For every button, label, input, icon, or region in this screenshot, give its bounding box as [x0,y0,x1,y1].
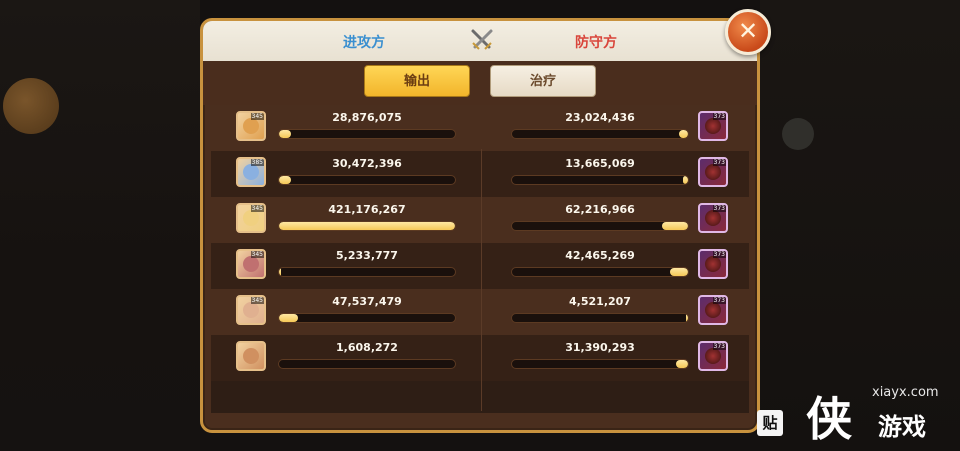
defender-damage-bar [511,175,689,185]
attacker-avatar[interactable]: 345 [236,203,266,233]
attacker-portrait-icon [243,210,259,226]
attacker-portrait-icon [243,302,259,318]
defender-level: 373 [712,251,726,258]
attacker-damage-value: 1,608,272 [336,341,398,354]
attacker-avatar[interactable]: 345 [236,295,266,325]
attack-side-title: 进攻方 [343,35,385,51]
defend-side-title: 防守方 [575,35,617,51]
defender-level: 373 [712,205,726,212]
watermark-logo: 侠 [806,392,852,446]
table-row: 345 47,537,479 4,521,207 373 [211,289,749,335]
attacker-damage-value: 28,876,075 [332,111,402,124]
defender-portrait-icon [705,210,721,226]
defender-damage-bar [511,129,689,139]
defender-damage-fill [675,360,688,368]
watermark-tie-icon[interactable]: 贴 [757,410,783,436]
stats-rows: 345 28,876,075 23,024,436 373 385 30,472,396 1… [211,105,749,413]
defender-damage-value: 31,390,293 [565,341,635,354]
attacker-portrait-icon [243,256,259,272]
attacker-portrait-icon [243,164,259,180]
table-row: 345 28,876,075 23,024,436 373 [211,105,749,151]
attacker-damage-fill [279,176,292,184]
table-row: 385 30,472,396 13,665,069 373 [211,151,749,197]
attacker-portrait-icon [243,348,259,364]
defender-portrait-icon [705,118,721,134]
attacker-damage-bar [278,175,456,185]
defender-damage-fill [686,314,688,322]
crossed-swords-icon [471,29,493,50]
defender-damage-bar [511,359,689,369]
defender-damage-value: 4,521,207 [569,295,631,308]
attacker-damage-bar [278,313,456,323]
defender-portrait-icon [705,256,721,272]
defender-damage-value: 42,465,269 [565,249,635,262]
attacker-avatar[interactable] [236,341,266,371]
background-left [0,0,200,451]
attacker-portrait-icon [243,118,259,134]
defender-avatar[interactable]: 373 [698,157,728,187]
attacker-damage-bar [278,221,456,231]
defender-damage-fill [679,130,688,138]
tab-bar: 输出 治疗 [203,61,757,105]
attacker-level: 345 [250,297,264,304]
tab-heal[interactable]: 治疗 [490,65,596,97]
close-icon: ✕ [737,17,759,45]
panel-header: 进攻方 防守方 [203,21,757,61]
attacker-damage-fill [279,268,281,276]
defender-damage-fill [661,222,688,230]
attacker-level: 345 [250,251,264,258]
close-button[interactable]: ✕ [725,9,771,55]
table-row: 345 5,233,777 42,465,269 373 [211,243,749,289]
defender-level: 373 [712,343,726,350]
defender-damage-bar [511,267,689,277]
defender-damage-bar [511,221,689,231]
watermark-url: xiayx.com [872,385,939,400]
defender-damage-value: 13,665,069 [565,157,635,170]
defender-damage-fill [682,176,688,184]
defender-damage-value: 23,024,436 [565,111,635,124]
attacker-damage-bar [278,129,456,139]
defender-level: 373 [712,159,726,166]
attacker-damage-value: 5,233,777 [336,249,398,262]
defender-portrait-icon [705,348,721,364]
attacker-damage-fill [279,314,299,322]
attacker-damage-value: 47,537,479 [332,295,402,308]
defender-level: 373 [712,113,726,120]
table-row: 1,608,272 31,390,293 373 [211,335,749,381]
attacker-damage-value: 421,176,267 [328,203,406,216]
defender-avatar[interactable]: 373 [698,249,728,279]
tab-output[interactable]: 输出 [364,65,470,97]
defender-avatar[interactable]: 373 [698,203,728,233]
defender-portrait-icon [705,164,721,180]
attacker-avatar[interactable]: 345 [236,111,266,141]
attacker-avatar[interactable]: 345 [236,249,266,279]
defender-damage-fill [670,268,688,276]
table-row: 345 421,176,267 62,216,966 373 [211,197,749,243]
list-menu-icon[interactable] [782,118,814,150]
defender-damage-bar [511,313,689,323]
defender-avatar[interactable]: 373 [698,341,728,371]
side-menu-button-icon[interactable] [3,78,59,134]
battle-stats-panel: 进攻方 防守方 输出 治疗 345 28,876,075 23,024,436 373… [200,18,760,433]
defender-level: 373 [712,297,726,304]
attacker-level: 345 [250,113,264,120]
attacker-level: 385 [250,159,264,166]
attacker-damage-value: 30,472,396 [332,157,402,170]
defender-avatar[interactable]: 373 [698,111,728,141]
watermark-brand: 游戏 [878,413,926,441]
defender-damage-value: 62,216,966 [565,203,635,216]
column-divider [481,149,482,411]
defender-avatar[interactable]: 373 [698,295,728,325]
defender-portrait-icon [705,302,721,318]
attacker-damage-bar [278,267,456,277]
attacker-damage-fill [279,222,455,230]
attacker-damage-bar [278,359,456,369]
background-right [760,0,960,451]
attacker-damage-fill [279,130,292,138]
attacker-level: 345 [250,205,264,212]
attacker-avatar[interactable]: 385 [236,157,266,187]
